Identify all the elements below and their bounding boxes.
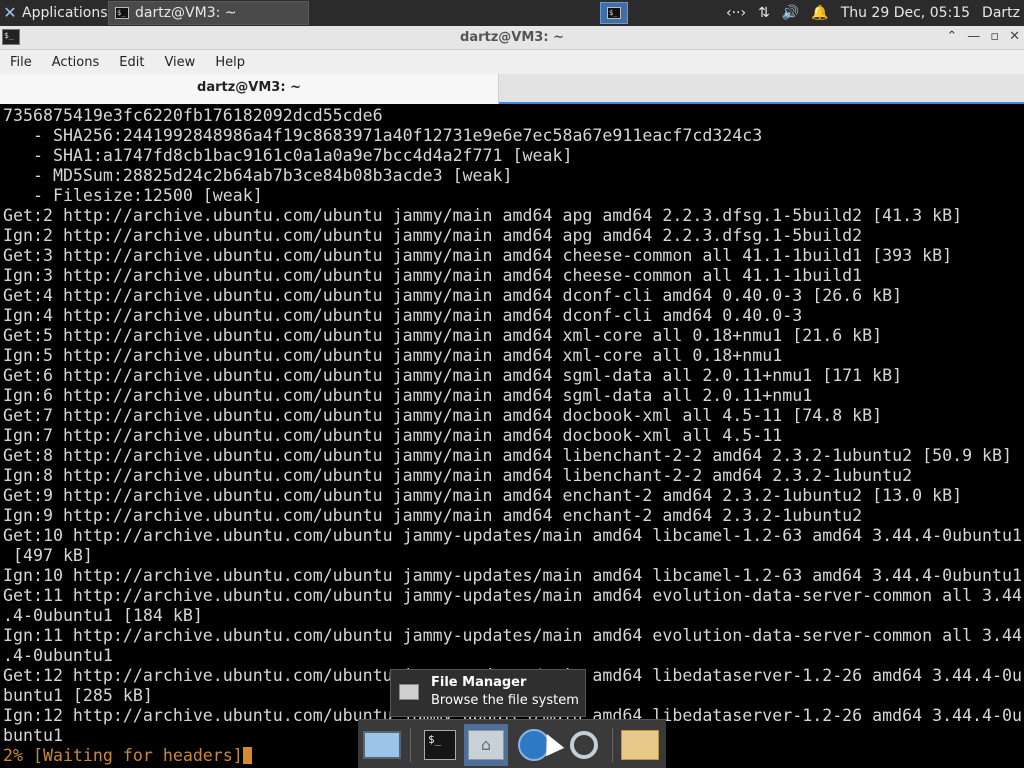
terminal-line: Ign:4 http://archive.ubuntu.com/ubuntu j… — [3, 306, 803, 325]
terminal-line: Get:9 http://archive.ubuntu.com/ubuntu j… — [3, 486, 963, 505]
terminal-icon: $_ — [607, 7, 621, 19]
terminal-line: - MD5Sum:28825d24c2b64ab7b3ce84b08b3acde… — [3, 166, 513, 185]
taskbar-terminal-label: dartz@VM3: ~ — [135, 5, 237, 21]
terminal-line: Get:5 http://archive.ubuntu.com/ubuntu j… — [3, 326, 883, 345]
tab-terminal[interactable]: dartz@VM3: ~ — [0, 74, 499, 104]
terminal-line: Get:8 http://archive.ubuntu.com/ubuntu j… — [3, 446, 1013, 465]
terminal-line: .4-0ubuntu1 [184 kB] — [3, 606, 203, 625]
keep-above-icon[interactable]: ⌃ — [946, 29, 957, 44]
terminal-line: Ign:11 http://archive.ubuntu.com/ubuntu … — [3, 626, 1023, 645]
terminal-line: 7356875419e3fc6220fb176182092dcd55cde6 — [3, 106, 383, 125]
terminal-line: Get:2 http://archive.ubuntu.com/ubuntu j… — [3, 206, 963, 225]
dock-separator — [612, 728, 613, 762]
progress-text: 2% [Waiting for headers] — [3, 746, 243, 765]
taskbar-terminal-button[interactable]: $_ dartz@VM3: ~ — [108, 1, 309, 25]
terminal-line: Ign:2 http://archive.ubuntu.com/ubuntu j… — [3, 226, 863, 245]
workspace-switcher[interactable]: $_ — [600, 2, 628, 24]
desktop-icon — [363, 731, 401, 759]
terminal-line: Get:11 http://archive.ubuntu.com/ubuntu … — [3, 586, 1023, 605]
file-manager-icon — [399, 684, 419, 700]
tooltip-subtitle: Browse the file system — [431, 693, 579, 708]
terminal-line: Get:7 http://archive.ubuntu.com/ubuntu j… — [3, 406, 883, 425]
tooltip-title: File Manager — [431, 675, 527, 690]
terminal-line: Ign:9 http://archive.ubuntu.com/ubuntu j… — [3, 506, 863, 525]
progress-line: 2% [Waiting for headers] — [3, 746, 252, 766]
terminal-line: Get:10 http://archive.ubuntu.com/ubuntu … — [3, 526, 1023, 545]
dock-separator — [410, 728, 411, 762]
terminal-line: - SHA1:a1747fd8cb1bac9161c0a1a0a9e7bcc4d… — [3, 146, 573, 165]
system-tray: ‹··› ⇅ 🔊 🔔 Thu 29 Dec, 05:15 Dartz — [726, 0, 1024, 26]
terminal-line: Ign:5 http://archive.ubuntu.com/ubuntu j… — [3, 346, 783, 365]
transfer-arrows-icon[interactable]: ⇅ — [758, 5, 770, 21]
terminal-line: Get:4 http://archive.ubuntu.com/ubuntu j… — [3, 286, 903, 305]
terminal-line: - Filesize:12500 [weak] — [3, 186, 263, 205]
user-menu[interactable]: Dartz — [982, 5, 1020, 21]
applications-menu[interactable]: ✕ Applications — [0, 0, 108, 26]
dock-show-desktop[interactable] — [360, 724, 404, 766]
file-manager-tooltip: File Manager Browse the file system — [390, 669, 586, 717]
terminal-cursor — [242, 747, 252, 764]
terminal-line: Get:6 http://archive.ubuntu.com/ubuntu j… — [3, 366, 903, 385]
clock[interactable]: Thu 29 Dec, 05:15 — [841, 5, 970, 21]
terminal-line: Ign:6 http://archive.ubuntu.com/ubuntu j… — [3, 386, 813, 405]
folder-icon — [621, 730, 659, 760]
dock-terminal[interactable]: $_ — [418, 724, 462, 766]
menu-bar: File Actions Edit View Help — [0, 50, 1024, 74]
menu-view[interactable]: View — [154, 55, 205, 70]
close-icon[interactable]: ✕ — [1009, 29, 1020, 44]
dock-folder[interactable] — [618, 724, 662, 766]
terminal-line: Ign:7 http://archive.ubuntu.com/ubuntu j… — [3, 426, 783, 445]
terminal-line: Ign:3 http://archive.ubuntu.com/ubuntu j… — [3, 266, 863, 285]
dock: $_ ⌂ — [358, 719, 666, 768]
terminal-line: Get:3 http://archive.ubuntu.com/ubuntu j… — [3, 246, 953, 265]
window-title: dartz@VM3: ~ — [460, 30, 564, 45]
magnifier-icon — [570, 731, 598, 759]
terminal-line: [497 kB] — [3, 546, 93, 565]
window-titlebar[interactable]: $_ dartz@VM3: ~ ⌃ — ▫ ✕ — [0, 26, 1024, 50]
network-icon[interactable]: ‹··› — [726, 5, 746, 21]
menu-actions[interactable]: Actions — [42, 55, 110, 70]
applications-label: Applications — [22, 5, 108, 21]
top-panel: ✕ Applications $_ dartz@VM3: ~ $_ ‹··› ⇅… — [0, 0, 1024, 26]
terminal-line: - SHA256:2441992848986a4f19c8683971a40f1… — [3, 126, 763, 145]
terminal-line: buntu1 [285 kB] — [3, 686, 153, 705]
home-folder-icon: ⌂ — [468, 730, 504, 760]
terminal-icon: $_ — [424, 730, 456, 760]
menu-file[interactable]: File — [0, 55, 42, 70]
terminal-icon: $_ — [115, 7, 129, 19]
tab-bar: dartz@VM3: ~ — [0, 74, 1024, 104]
xfce-logo-icon: ✕ — [3, 3, 17, 22]
dock-file-manager[interactable]: ⌂ — [464, 724, 508, 766]
terminal-line: Ign:8 http://archive.ubuntu.com/ubuntu j… — [3, 466, 913, 485]
dock-app-finder[interactable] — [562, 724, 606, 766]
volume-icon[interactable]: 🔊 — [782, 5, 799, 21]
menu-edit[interactable]: Edit — [109, 55, 154, 70]
minimize-icon[interactable]: — — [967, 29, 980, 44]
notification-bell-icon[interactable]: 🔔 — [811, 5, 828, 21]
terminal-line: Ign:10 http://archive.ubuntu.com/ubuntu … — [3, 566, 1023, 585]
terminal-line: .4-0ubuntu1 — [3, 646, 113, 665]
terminal-line: buntu1 — [3, 726, 63, 745]
maximize-icon[interactable]: ▫ — [990, 29, 999, 44]
menu-help[interactable]: Help — [205, 55, 255, 70]
